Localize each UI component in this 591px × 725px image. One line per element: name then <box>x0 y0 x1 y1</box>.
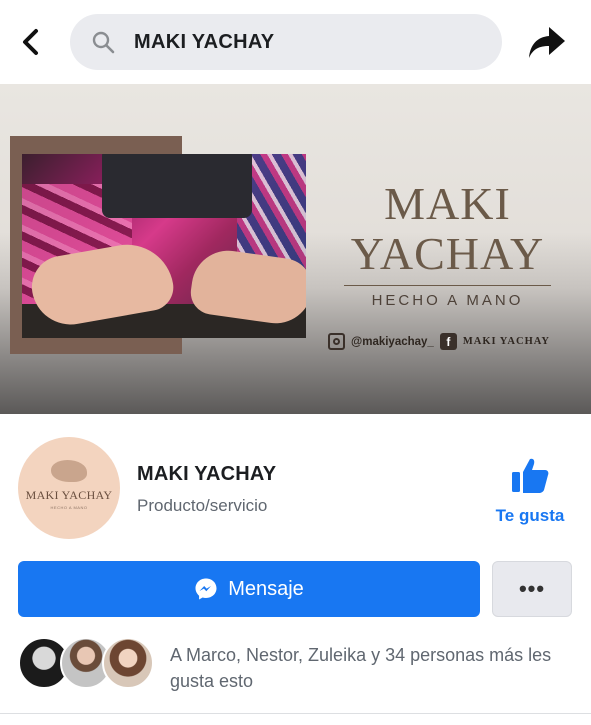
sewing-photo <box>22 154 306 338</box>
more-options-button[interactable]: ••• <box>492 561 572 617</box>
logo-mark-icon <box>51 460 87 482</box>
message-button[interactable]: Mensaje <box>18 561 480 617</box>
share-button[interactable] <box>526 24 568 62</box>
more-dots-icon: ••• <box>518 576 546 601</box>
friends-like-text[interactable]: A Marco, Nestor, Zuleika y 34 personas m… <box>170 642 580 694</box>
search-input[interactable]: MAKI YACHAY <box>70 14 502 70</box>
message-button-label: Mensaje <box>228 577 304 600</box>
divider <box>0 713 591 714</box>
cover-socials: @makiyachay_ f MAKI YACHAY <box>328 333 578 350</box>
avatar[interactable]: MAKI YACHAY HECHO A MANO <box>18 437 120 539</box>
cover-brand-line2: YACHAY <box>350 228 545 279</box>
cover-brand-line1: MAKI <box>384 178 511 229</box>
instagram-icon <box>328 333 345 350</box>
cover-divider <box>344 285 551 286</box>
facebook-name: MAKI YACHAY <box>462 336 550 347</box>
cover-brand: MAKI YACHAY HECHO A MANO <box>330 179 565 309</box>
messenger-icon <box>195 578 217 600</box>
page-title[interactable]: MAKI YACHAY <box>137 463 276 486</box>
like-button-label: Te gusta <box>495 506 565 525</box>
thumbs-up-icon <box>512 458 549 493</box>
avatar-logo-subtext: HECHO A MANO <box>50 505 88 510</box>
instagram-handle: @makiyachay_ <box>351 335 434 348</box>
chevron-left-icon <box>23 29 38 55</box>
facebook-icon: f <box>439 333 457 350</box>
top-bar: MAKI YACHAY <box>0 0 591 84</box>
friends-avatars[interactable] <box>18 637 158 693</box>
search-icon <box>90 29 116 55</box>
page-category: Producto/servicio <box>137 496 268 515</box>
cover-photo[interactable]: MAKI YACHAY HECHO A MANO @makiyachay_ f … <box>0 84 591 414</box>
cover-tagline: HECHO A MANO <box>371 292 524 309</box>
avatar-logo-text: MAKI YACHAY <box>25 488 113 502</box>
share-arrow-icon <box>529 27 565 58</box>
search-query: MAKI YACHAY <box>134 30 275 53</box>
friend-avatar[interactable] <box>102 637 154 689</box>
like-button[interactable]: Te gusta <box>484 456 576 536</box>
back-button[interactable] <box>14 24 46 60</box>
